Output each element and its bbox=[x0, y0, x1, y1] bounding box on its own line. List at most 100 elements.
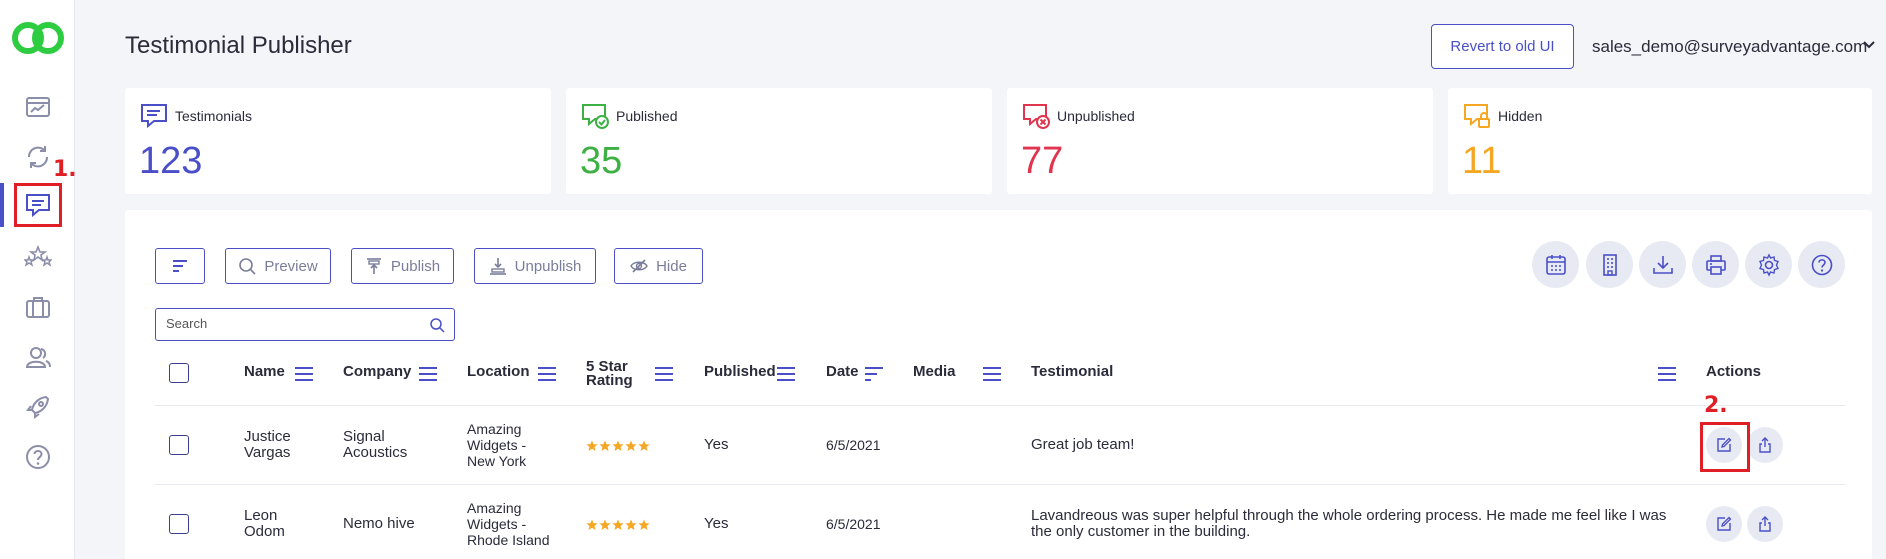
preview-button[interactable]: Preview bbox=[225, 248, 331, 284]
column-menu-icon[interactable] bbox=[418, 366, 438, 382]
share-button[interactable] bbox=[1747, 506, 1783, 542]
cell-testimonial: Great job team! bbox=[1031, 437, 1134, 453]
print-button[interactable] bbox=[1692, 241, 1739, 288]
cell-company: Signal Acoustics bbox=[343, 429, 407, 461]
star-icon bbox=[638, 519, 650, 530]
publish-button[interactable]: Publish bbox=[351, 248, 454, 284]
share-icon bbox=[1759, 437, 1771, 453]
cell-name: Leon Odom bbox=[244, 508, 285, 540]
search-input[interactable] bbox=[166, 316, 406, 331]
search-field[interactable] bbox=[155, 308, 455, 341]
building-button[interactable] bbox=[1586, 241, 1633, 288]
nav-reviews-icon[interactable] bbox=[0, 237, 75, 277]
publish-upload-icon bbox=[366, 258, 381, 274]
testimonials-panel: Preview Publish Unpublish Hide Name Comp… bbox=[125, 210, 1872, 559]
nav-rocket-icon[interactable] bbox=[0, 387, 75, 427]
cell-location: Amazing Widgets - Rhode Island bbox=[467, 500, 550, 548]
col-header-testimonial[interactable]: Testimonial bbox=[1031, 363, 1113, 380]
download-icon bbox=[1652, 255, 1673, 274]
cell-date: 6/5/2021 bbox=[826, 437, 881, 453]
col-header-location[interactable]: Location bbox=[467, 363, 530, 380]
search-icon[interactable] bbox=[429, 317, 445, 333]
page-title: Testimonial Publisher bbox=[125, 32, 352, 59]
testimonial-line: Lavandreous was super helpful through th… bbox=[1031, 507, 1667, 524]
edit-button[interactable] bbox=[1706, 506, 1742, 542]
stat-card-unpublished: Unpublished 77 bbox=[1007, 88, 1433, 194]
publish-label: Publish bbox=[390, 257, 441, 275]
hide-button[interactable]: Hide bbox=[614, 248, 703, 284]
row-checkbox[interactable] bbox=[169, 435, 189, 455]
step2-highlight-box bbox=[1700, 422, 1750, 472]
step1-label: 1. bbox=[53, 157, 77, 182]
calendar-button[interactable] bbox=[1532, 241, 1579, 288]
star-icon bbox=[599, 440, 611, 451]
column-menu-icon[interactable] bbox=[982, 366, 1002, 382]
nav-dashboard-icon[interactable] bbox=[0, 87, 75, 127]
stat-card-testimonials: Testimonials 123 bbox=[125, 88, 551, 194]
app-logo[interactable] bbox=[9, 18, 67, 58]
step2-label: 2. bbox=[1704, 393, 1728, 418]
star-icon bbox=[638, 440, 650, 451]
search-icon bbox=[239, 258, 256, 275]
select-all-checkbox[interactable] bbox=[169, 363, 189, 383]
sort-icon[interactable] bbox=[864, 366, 884, 382]
stat-label: Unpublished bbox=[1057, 108, 1135, 124]
stat-label: Published bbox=[616, 108, 678, 124]
help-button[interactable] bbox=[1798, 241, 1845, 288]
col-header-rating[interactable]: 5 Star Rating bbox=[586, 359, 633, 388]
col-header-media[interactable]: Media bbox=[913, 363, 956, 380]
revert-to-old-ui-button[interactable]: Revert to old UI bbox=[1431, 24, 1574, 69]
stat-value: 11 bbox=[1462, 140, 1502, 182]
col-header-company[interactable]: Company bbox=[343, 363, 411, 380]
row-divider bbox=[155, 484, 1845, 485]
filter-toggle-button[interactable] bbox=[155, 248, 205, 284]
column-menu-icon[interactable] bbox=[1657, 366, 1677, 382]
name-line: Leon bbox=[244, 507, 278, 524]
share-button[interactable] bbox=[1747, 427, 1783, 463]
calendar-icon bbox=[1545, 254, 1566, 275]
chevron-down-icon[interactable] bbox=[1862, 38, 1876, 52]
eye-off-icon bbox=[630, 259, 648, 273]
download-button[interactable] bbox=[1639, 241, 1686, 288]
cell-date: 6/5/2021 bbox=[826, 516, 881, 532]
cell-location: Amazing Widgets - New York bbox=[467, 421, 526, 469]
col-header-published[interactable]: Published bbox=[704, 363, 776, 380]
col-header-name[interactable]: Name bbox=[244, 363, 285, 380]
step1-highlight-box bbox=[14, 183, 62, 227]
cell-published: Yes bbox=[704, 436, 729, 453]
location-line: Widgets - bbox=[467, 437, 527, 453]
column-menu-icon[interactable] bbox=[537, 366, 557, 382]
unpublished-icon bbox=[1023, 104, 1050, 129]
row-checkbox[interactable] bbox=[169, 514, 189, 534]
col-header-date[interactable]: Date bbox=[826, 363, 859, 380]
stat-label: Hidden bbox=[1498, 108, 1543, 124]
company-line: Nemo hive bbox=[343, 515, 415, 532]
published-icon bbox=[582, 104, 609, 129]
stat-card-hidden: Hidden 11 bbox=[1448, 88, 1872, 194]
cell-company: Nemo hive bbox=[343, 516, 415, 532]
stat-value: 35 bbox=[580, 140, 623, 182]
star-icon bbox=[599, 519, 611, 530]
stat-value: 123 bbox=[139, 140, 203, 182]
header-divider bbox=[155, 405, 1845, 406]
column-menu-icon[interactable] bbox=[776, 366, 796, 382]
column-menu-icon[interactable] bbox=[294, 366, 314, 382]
sidebar: 1. bbox=[0, 0, 77, 559]
stat-card-published: Published 35 bbox=[566, 88, 992, 194]
star-rating bbox=[586, 519, 650, 531]
nav-users-icon[interactable] bbox=[0, 337, 75, 377]
testimonials-icon bbox=[141, 104, 167, 129]
star-rating bbox=[586, 440, 650, 452]
settings-button[interactable] bbox=[1745, 241, 1792, 288]
unpublish-button[interactable]: Unpublish bbox=[474, 248, 596, 284]
column-menu-icon[interactable] bbox=[654, 366, 674, 382]
name-line: Odom bbox=[244, 523, 285, 540]
building-icon bbox=[1602, 253, 1617, 276]
name-line: Justice bbox=[244, 428, 291, 445]
gear-icon bbox=[1758, 252, 1779, 277]
hidden-icon bbox=[1464, 104, 1490, 128]
nav-help-icon[interactable] bbox=[0, 437, 75, 477]
user-menu-email[interactable]: sales_demo@surveyadvantage.com bbox=[1592, 37, 1867, 57]
nav-briefcase-icon[interactable] bbox=[0, 287, 75, 327]
testimonial-line: the only customer in the building. bbox=[1031, 523, 1251, 540]
